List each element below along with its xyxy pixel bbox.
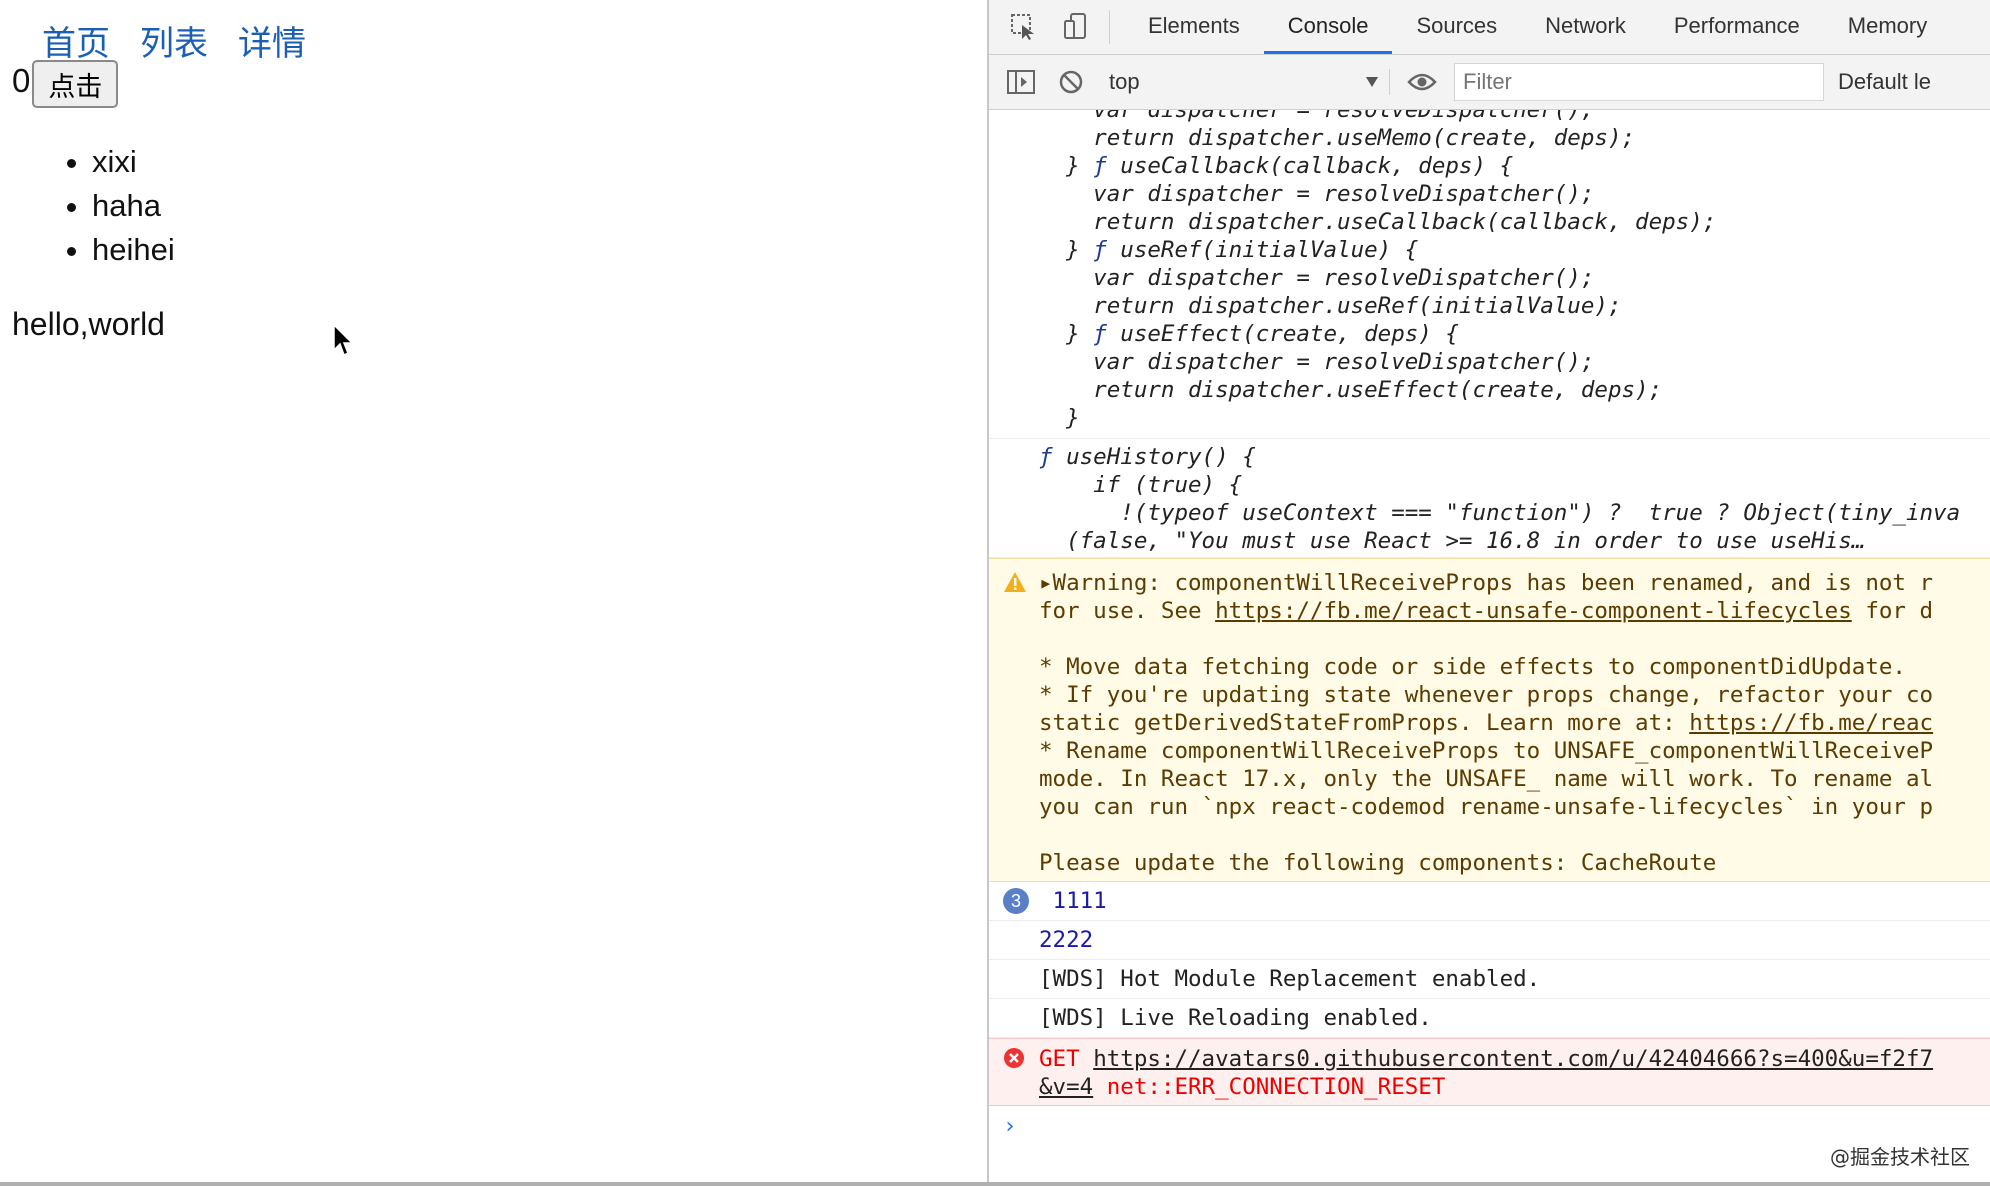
click-button[interactable]: 点击 [32, 60, 119, 108]
tab-memory[interactable]: Memory [1824, 0, 1951, 54]
mouse-cursor-icon [333, 324, 354, 357]
counter-value: 0 [12, 62, 31, 99]
code-line: useCallback(callback, deps) { [1120, 153, 1514, 179]
code-line: useEffect(create, deps) { [1120, 321, 1459, 347]
live-expression-eye-icon[interactable] [1404, 64, 1440, 100]
warning-line: mode. In React 17.x, only the UNSAFE_ na… [1039, 766, 1934, 792]
code-line: (false, "You must use React >= 16.8 in o… [1039, 528, 1866, 554]
app-page: 首页 列表 详情 0 点击 xixi haha heihei hello,wor… [0, 0, 987, 1186]
app-nav: 首页 列表 详情 [42, 16, 306, 65]
tab-console[interactable]: Console [1263, 0, 1393, 54]
counter: 0 点击 [12, 60, 119, 108]
nav-link-list[interactable]: 列表 [140, 16, 208, 65]
log-levels-dropdown[interactable]: Default le [1838, 69, 1931, 95]
error-method: GET [1039, 1046, 1094, 1072]
devtools-tabbar: Elements Console Sources Network Perform… [989, 0, 1990, 55]
warning-line: * Rename componentWillReceiveProps to UN… [1039, 738, 1934, 764]
console-code-block: var dispatcher = resolveDispatcher(); re… [989, 110, 1990, 439]
warning-line: * If you're updating state whenever prop… [1039, 682, 1934, 708]
console-error-message: GET https://avatars0.githubusercontent.c… [989, 1038, 1990, 1106]
context-label: top [1109, 69, 1140, 94]
context-selector[interactable]: top [1109, 69, 1390, 95]
dropdown-triangle-icon [1366, 77, 1378, 87]
code-line: return dispatcher.useEffect(create, deps… [1039, 377, 1663, 403]
warning-line: static getDerivedStateFromProps. Learn m… [1039, 710, 1690, 736]
bottom-edge [0, 1182, 1990, 1186]
function-f-icon: ƒ [1093, 153, 1121, 179]
warning-line: Please update the following components: … [1039, 850, 1717, 876]
devtools-panel: Elements Console Sources Network Perform… [987, 0, 1990, 1186]
code-line: return dispatcher.useRef(initialValue); [1039, 293, 1622, 319]
code-line: var dispatcher = resolveDispatcher(); [1039, 110, 1595, 123]
repeat-count-badge: 3 [1003, 888, 1029, 914]
code-line: } [1039, 153, 1094, 179]
console-log-wds-live: [WDS] Live Reloading enabled. [989, 999, 1990, 1038]
error-url-link[interactable]: https://avatars0.githubusercontent.com/u… [1093, 1046, 1933, 1072]
tab-performance[interactable]: Performance [1650, 0, 1824, 54]
function-f-icon: ƒ [1093, 237, 1121, 263]
watermark: @掘金技术社区 [1830, 1145, 1970, 1169]
code-line: } [1039, 321, 1094, 347]
warning-icon [1004, 572, 1026, 592]
inspect-element-icon[interactable] [1007, 10, 1041, 44]
error-text: net::ERR_CONNECTION_RESET [1093, 1074, 1446, 1100]
clear-console-icon[interactable] [1053, 64, 1089, 100]
code-line: var dispatcher = resolveDispatcher(); [1039, 181, 1595, 207]
warning-line: you can run `npx react-codemod rename-un… [1039, 794, 1934, 820]
item-list: xixi haha heihei [50, 140, 175, 272]
tabbar-divider [1109, 10, 1110, 44]
list-item: heihei [92, 228, 175, 272]
error-url-link[interactable]: &v=4 [1039, 1074, 1093, 1100]
show-sidebar-icon[interactable] [1003, 64, 1039, 100]
code-line: } [1039, 237, 1094, 263]
code-line: return dispatcher.useCallback(callback, … [1039, 209, 1717, 235]
device-toolbar-icon[interactable] [1059, 10, 1093, 44]
console-output[interactable]: var dispatcher = resolveDispatcher(); re… [989, 110, 1990, 1186]
prompt-chevron-icon: › [1003, 1113, 1017, 1139]
list-item: xixi [92, 140, 175, 184]
console-toolbar: top Default le [989, 55, 1990, 110]
tab-elements[interactable]: Elements [1124, 0, 1264, 54]
code-line: } [1039, 405, 1080, 431]
warning-line: for use. See [1039, 598, 1216, 624]
console-warning-message: ▸Warning: componentWillReceiveProps has … [989, 558, 1990, 882]
expand-arrow-icon[interactable]: ▸ [1039, 570, 1053, 596]
warning-line: * Move data fetching code or side effect… [1039, 654, 1906, 680]
console-code-block: ƒ useHistory() { if (true) { !(typeof us… [989, 439, 1990, 558]
warning-line: Warning: componentWillReceiveProps has b… [1052, 570, 1934, 596]
hello-message: hello,world [12, 306, 165, 342]
code-line: var dispatcher = resolveDispatcher(); [1039, 349, 1595, 375]
code-line: var dispatcher = resolveDispatcher(); [1039, 265, 1595, 291]
console-log-wds-hmr: [WDS] Hot Module Replacement enabled. [989, 960, 1990, 999]
tab-sources[interactable]: Sources [1392, 0, 1521, 54]
warning-link[interactable]: https://fb.me/react-unsafe-component-lif… [1215, 598, 1852, 624]
console-log-2222: 2222 [989, 921, 1990, 960]
nav-link-home[interactable]: 首页 [42, 16, 110, 65]
code-line: return dispatcher.useMemo(create, deps); [1039, 125, 1636, 151]
warning-line: for d [1851, 598, 1934, 624]
nav-link-detail[interactable]: 详情 [238, 16, 306, 65]
log-text: 1111 [1052, 888, 1107, 914]
console-prompt[interactable]: › [989, 1106, 1990, 1146]
code-line: !(typeof useContext === "function") ? tr… [1039, 500, 1961, 526]
error-icon [1004, 1048, 1024, 1068]
console-log-1111: 3 1111 [989, 882, 1990, 921]
function-f-icon: ƒ [1093, 321, 1121, 347]
console-filter-input[interactable] [1454, 63, 1824, 101]
code-line: useHistory() { [1066, 444, 1256, 470]
code-line: useRef(initialValue) { [1120, 237, 1419, 263]
function-f-icon: ƒ [1039, 444, 1067, 470]
tab-network[interactable]: Network [1521, 0, 1650, 54]
list-item: haha [92, 184, 175, 228]
code-line: if (true) { [1039, 472, 1243, 498]
warning-link[interactable]: https://fb.me/reac [1689, 710, 1933, 736]
